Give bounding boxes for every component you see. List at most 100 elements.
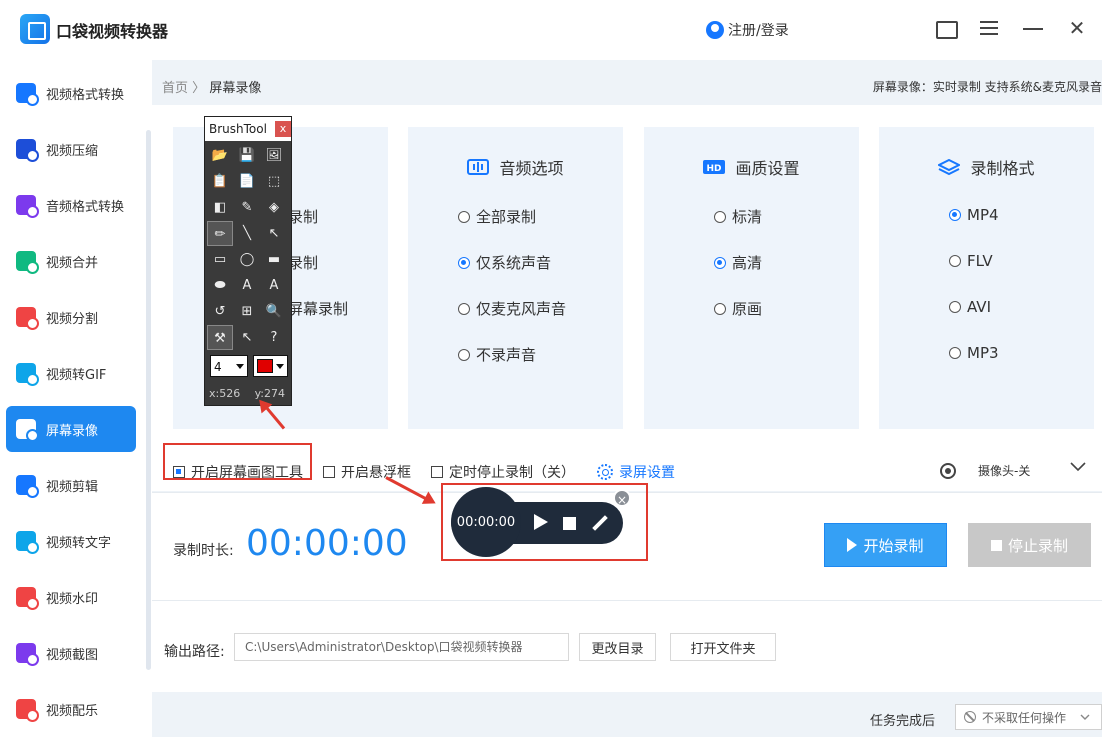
radio[interactable] xyxy=(949,255,961,267)
radio[interactable] xyxy=(458,210,470,223)
brushtool-tool-icon[interactable]: ↺ xyxy=(207,299,233,324)
format-option-mp3[interactable]: MP3 xyxy=(949,344,999,362)
after-task-select[interactable]: 不采取任何操作 xyxy=(955,704,1102,730)
brushtool-tool-icon[interactable]: ⬬ xyxy=(207,273,233,298)
radio-selected[interactable] xyxy=(458,256,470,269)
sidebar-item-label: 音频格式转换 xyxy=(46,199,125,215)
radio-selected[interactable] xyxy=(949,209,961,221)
float-frame-checkbox[interactable]: 开启悬浮框 xyxy=(323,462,411,482)
sidebar-item-icon xyxy=(16,251,39,274)
sidebar-item[interactable]: 视频配乐 xyxy=(6,686,136,732)
checkbox[interactable] xyxy=(323,466,335,478)
brushtool-tool-icon[interactable]: A xyxy=(234,273,260,298)
quality-option-original[interactable]: 原画 xyxy=(714,298,762,319)
brushtool-tool-grid: 📂 💾 🖼 📋 📄 ⬚ ◧ ✎ ◈ ✏ ╲ ↖ ▭ ◯ ▬ ⬬ A A ↺ ⊞ 🔍 ⚒ ↖? xyxy=(207,143,291,350)
brushtool-tool-icon[interactable]: ↖ xyxy=(261,221,287,246)
brush-size-select[interactable]: 4 xyxy=(210,355,248,377)
widget-play-icon[interactable] xyxy=(534,514,548,530)
brushtool-tool-icon[interactable]: 📄 xyxy=(234,169,260,194)
sidebar-item[interactable]: 视频格式转换 xyxy=(6,70,136,116)
brushtool-close-button[interactable]: x xyxy=(275,121,291,137)
format-option-avi[interactable]: AVI xyxy=(949,298,991,316)
widget-close-icon[interactable]: × xyxy=(613,489,631,507)
sidebar-item[interactable]: 音频格式转换 xyxy=(6,182,136,228)
sidebar-item[interactable]: 视频剪辑 xyxy=(6,462,136,508)
format-option-mp4[interactable]: MP4 xyxy=(949,206,999,224)
brushtool-tool-icon[interactable]: 📋 xyxy=(207,169,233,194)
brushtool-window[interactable]: BrushTool x 📂 💾 🖼 📋 📄 ⬚ ◧ ✎ ◈ ✏ ╲ ↖ ▭ ◯ ▬ ⬬ A A ↺ ⊞ 🔍 ⚒ ↖? 4 x… xyxy=(204,116,292,406)
checkbox[interactable] xyxy=(431,466,443,478)
camera-toggle[interactable]: 摄像头-关 xyxy=(940,462,1030,479)
radio[interactable] xyxy=(949,347,961,359)
brush-color-select[interactable] xyxy=(253,355,288,377)
brushtool-tool-icon[interactable]: ◯ xyxy=(234,247,260,272)
sidebar-item[interactable]: 屏幕录像 xyxy=(6,406,136,452)
brushtool-tool-icon[interactable]: ⬚ xyxy=(261,169,287,194)
radio[interactable] xyxy=(458,348,470,361)
chevron-down-icon[interactable] xyxy=(1070,462,1086,472)
sidebar-item[interactable]: 视频截图 xyxy=(6,630,136,676)
radio[interactable] xyxy=(714,302,726,315)
brushtool-tool-icon[interactable]: 💾 xyxy=(234,143,260,168)
sidebar-scrollbar[interactable] xyxy=(146,130,151,670)
widget-stop-icon[interactable] xyxy=(563,517,576,530)
record-option-2[interactable]: 录制 xyxy=(288,252,318,273)
format-option-flv[interactable]: FLV xyxy=(949,252,993,270)
audio-option-none[interactable]: 不录声音 xyxy=(458,344,536,365)
sidebar-item[interactable]: 视频水印 xyxy=(6,574,136,620)
brushtool-tool-icon[interactable]: ✎ xyxy=(234,195,260,220)
sidebar-item[interactable]: 视频转文字 xyxy=(6,518,136,564)
sidebar-item[interactable]: 视频压缩 xyxy=(6,126,136,172)
sidebar-item-label: 视频格式转换 xyxy=(46,87,125,103)
brushtool-tool-icon[interactable]: ▬ xyxy=(261,247,287,272)
login-link[interactable]: 注册/登录 xyxy=(706,20,789,40)
brushtool-tool-icon[interactable]: A xyxy=(261,273,287,298)
folder-icon[interactable] xyxy=(933,16,958,40)
timer-stop-checkbox[interactable]: 定时停止录制（关） xyxy=(431,462,575,482)
radio[interactable] xyxy=(714,210,726,223)
brushtool-tool-icon[interactable]: ▭ xyxy=(207,247,233,272)
brushtool-tool-icon[interactable]: ◈ xyxy=(261,195,287,220)
brushtool-tool-icon[interactable]: ⊞ xyxy=(234,299,260,324)
radio[interactable] xyxy=(949,301,961,313)
sidebar-item[interactable]: 视频分割 xyxy=(6,294,136,340)
sidebar-item[interactable]: 视频合并 xyxy=(6,238,136,284)
audio-option-all[interactable]: 全部录制 xyxy=(458,206,536,227)
radio-selected[interactable] xyxy=(714,256,726,269)
title-bar: 口袋视频转换器 注册/登录 ✕ xyxy=(0,0,1102,60)
brushtool-tool-icon[interactable]: ✏ xyxy=(207,221,233,246)
close-icon[interactable]: ✕ xyxy=(1065,16,1089,40)
audio-option-mic[interactable]: 仅麦克风声音 xyxy=(458,298,566,319)
audio-option-system[interactable]: 仅系统声音 xyxy=(458,252,551,273)
brushtool-tool-icon[interactable]: ? xyxy=(261,325,287,350)
brushtool-tool-icon[interactable]: 📂 xyxy=(207,143,233,168)
output-path-input[interactable]: C:\Users\Administrator\Desktop\口袋视频转换器 xyxy=(234,633,569,661)
breadcrumb-home[interactable]: 首页 xyxy=(162,81,188,96)
quality-option-hd[interactable]: 高清 xyxy=(714,252,762,273)
change-dir-button[interactable]: 更改目录 xyxy=(579,633,656,661)
record-option-1[interactable]: 录制 xyxy=(288,206,318,227)
menu-icon[interactable] xyxy=(977,16,1001,40)
minimize-icon[interactable] xyxy=(1021,16,1045,40)
sidebar-item-icon xyxy=(16,307,39,330)
radio[interactable] xyxy=(458,302,470,315)
brushtool-tool-icon[interactable]: ⚒ xyxy=(207,325,233,350)
start-record-button[interactable]: 开始录制 xyxy=(824,523,947,567)
brushtool-tool-icon[interactable]: ↖ xyxy=(234,325,260,350)
layers-icon xyxy=(937,158,962,176)
sidebar-item-label: 视频水印 xyxy=(46,591,99,607)
quality-option-sd[interactable]: 标清 xyxy=(714,206,762,227)
brushtool-tool-icon[interactable]: ╲ xyxy=(234,221,260,246)
sidebar-item-icon xyxy=(16,83,39,106)
quality-card: HD 画质设置 标清 高清 原画 xyxy=(644,127,859,429)
brushtool-tool-icon[interactable]: 🖼 xyxy=(261,143,287,168)
sidebar-item[interactable]: 视频转GIF xyxy=(6,350,136,396)
record-option-3[interactable]: 屏幕录制 xyxy=(288,298,348,319)
audio-options-title: 音频选项 xyxy=(408,155,623,179)
brushtool-tool-icon[interactable]: ◧ xyxy=(207,195,233,220)
brushtool-tool-icon[interactable]: 🔍 xyxy=(261,299,287,324)
open-folder-button[interactable]: 打开文件夹 xyxy=(670,633,776,661)
record-settings-link[interactable]: 录屏设置 xyxy=(597,462,675,482)
brush-x-coord: x:526 xyxy=(209,387,241,400)
stop-record-button[interactable]: 停止录制 xyxy=(968,523,1091,567)
